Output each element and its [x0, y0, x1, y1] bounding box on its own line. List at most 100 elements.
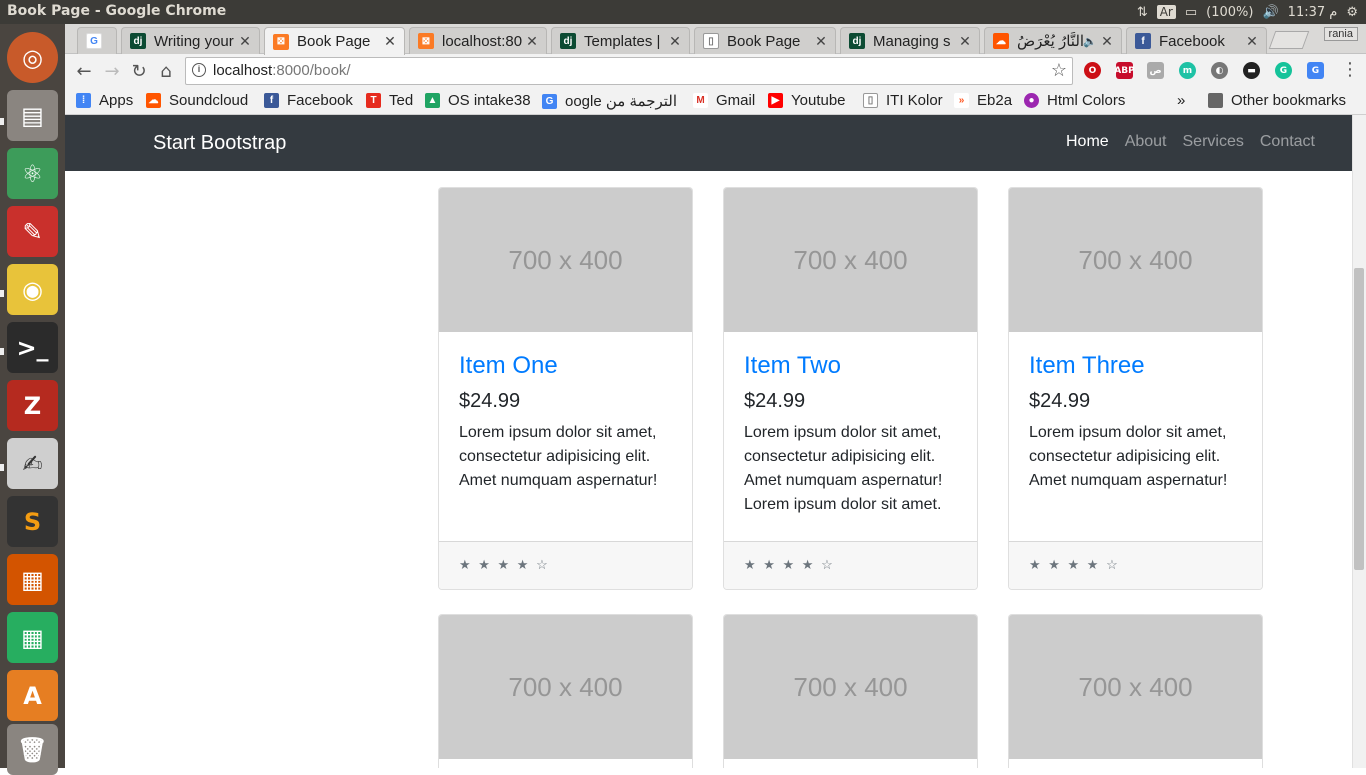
- document-viewer-icon[interactable]: ✎: [7, 206, 58, 257]
- card-title-link[interactable]: Item One: [459, 352, 672, 380]
- close-icon[interactable]: ✕: [957, 33, 973, 50]
- facebook-icon: f: [1135, 33, 1151, 49]
- system-tray: ⇅ Ar ▭ (100%) 🔊 11:37 م ⚙: [1137, 0, 1358, 24]
- adblock-plus-icon[interactable]: ABP: [1114, 62, 1135, 79]
- close-icon[interactable]: ✕: [524, 33, 540, 50]
- text-editor-icon[interactable]: ✍: [7, 438, 58, 489]
- back-arrow-icon[interactable]: ←: [71, 58, 97, 84]
- new-tab-button[interactable]: [1268, 31, 1310, 49]
- files-icon[interactable]: ▤: [7, 90, 58, 141]
- filezilla-icon[interactable]: Z: [7, 380, 58, 431]
- terminal-icon[interactable]: >_: [7, 322, 58, 373]
- bookmark-star-icon[interactable]: ☆: [1051, 60, 1067, 81]
- card-image-placeholder[interactable]: 700 x 400: [724, 188, 977, 332]
- arabic-extension-icon[interactable]: ص: [1147, 62, 1164, 79]
- address-bar[interactable]: i localhost:8000/book/ ☆: [185, 57, 1073, 85]
- speaker-icon[interactable]: 🔈: [1083, 35, 1097, 48]
- card-body: Item Three $24.99 Lorem ipsum dolor sit …: [1009, 332, 1262, 541]
- profile-button[interactable]: rania: [1323, 27, 1358, 41]
- bookmark-iti-kolor[interactable]: ▯ ITI Kolor: [863, 92, 943, 109]
- bookmark-google-translate[interactable]: Google الترجمة من: [542, 92, 677, 110]
- trash-icon[interactable]: 🗑: [7, 724, 58, 775]
- card-image-placeholder[interactable]: 700 x 400: [1009, 615, 1262, 759]
- tomato-timer-icon[interactable]: ◐: [1211, 62, 1228, 79]
- close-icon[interactable]: ✕: [237, 33, 253, 50]
- bookmark-soundcloud[interactable]: ☁ Soundcloud: [146, 92, 248, 109]
- google-translate-icon[interactable]: G: [1307, 62, 1324, 79]
- bookmark-os-intake38[interactable]: ▲ OS intake38: [425, 92, 531, 109]
- tab-label: النَّارُ يُعْرَضُ: [1017, 33, 1084, 50]
- bookmarks-overflow-chevron[interactable]: »: [1177, 92, 1185, 109]
- sublime-text-icon[interactable]: S: [7, 496, 58, 547]
- chrome-menu-icon[interactable]: ⋮: [1341, 59, 1359, 80]
- scrollbar-thumb[interactable]: [1354, 268, 1364, 570]
- tab-writing-your[interactable]: dj Writing your ✕: [121, 27, 260, 54]
- tab-book-page[interactable]: ▯ Book Page ✕: [694, 27, 836, 54]
- card-image-placeholder[interactable]: 700 x 400: [439, 615, 692, 759]
- system-top-panel: Book Page - Google Chrome ⇅ Ar ▭ (100%) …: [0, 0, 1366, 24]
- site-brand[interactable]: Start Bootstrap: [153, 132, 286, 155]
- bookmark-label: oogle الترجمة من: [565, 93, 678, 110]
- site-info-icon[interactable]: i: [192, 63, 206, 77]
- tab-google[interactable]: G: [77, 27, 117, 54]
- bookmark-youtube[interactable]: ▶ Youtube: [768, 92, 846, 109]
- home-icon[interactable]: ⌂: [153, 58, 179, 84]
- card-image-placeholder[interactable]: 700 x 400: [1009, 188, 1262, 332]
- chevron-right-icon: »: [1177, 92, 1186, 109]
- card-title-link[interactable]: Item Two: [744, 352, 957, 380]
- bookmark-label: Html Colors: [1047, 92, 1126, 109]
- opera-extension-icon[interactable]: O: [1084, 62, 1101, 79]
- card-image-placeholder[interactable]: 700 x 400: [439, 188, 692, 332]
- nav-contact[interactable]: Contact: [1260, 133, 1315, 151]
- close-icon[interactable]: ✕: [1099, 33, 1115, 50]
- bookmark-ted[interactable]: T Ted: [366, 92, 413, 109]
- unity-launcher: ◎ ▤ ⚛ ✎ ◉ >_ Z ✍ S ▦ ▦ A 🗑: [0, 24, 65, 775]
- tab-book-page-active[interactable]: ⊠ Book Page ✕: [264, 27, 405, 55]
- bookmark-facebook[interactable]: f Facebook: [264, 92, 353, 109]
- atom-icon[interactable]: ⚛: [7, 148, 58, 199]
- volume-icon[interactable]: 🔊: [1262, 5, 1278, 20]
- bookmark-apps[interactable]: ⁞ Apps: [76, 92, 133, 109]
- tab-facebook[interactable]: f Facebook ✕: [1126, 27, 1267, 54]
- flag-extension-icon[interactable]: ▬: [1243, 62, 1260, 79]
- forward-arrow-icon[interactable]: →: [99, 58, 125, 84]
- django-icon: dj: [130, 33, 146, 49]
- nav-about[interactable]: About: [1125, 133, 1167, 151]
- chrome-icon[interactable]: ◉: [7, 264, 58, 315]
- ubuntu-dash-icon[interactable]: ◎: [7, 32, 58, 83]
- reload-icon[interactable]: ↻: [126, 58, 152, 84]
- tab-managing[interactable]: dj Managing s ✕: [840, 27, 980, 54]
- tab-soundcloud-audio[interactable]: ☁ النَّارُ يُعْرَضُ 🔈 ✕: [984, 27, 1122, 54]
- mercury-extension-icon[interactable]: m: [1179, 62, 1196, 79]
- other-bookmarks-folder[interactable]: Other bookmarks: [1208, 92, 1346, 109]
- bookmark-gmail[interactable]: M Gmail: [693, 92, 755, 109]
- nav-services[interactable]: Services: [1183, 133, 1244, 151]
- settings-gear-icon[interactable]: ⚙: [1346, 5, 1358, 20]
- address-url[interactable]: localhost:8000/book/: [213, 62, 351, 79]
- card-title-link[interactable]: Item Three: [1029, 352, 1242, 380]
- product-card: 700 x 400 Item One $24.99 Lorem ipsum do…: [438, 187, 693, 590]
- keyboard-layout-indicator[interactable]: Ar: [1156, 5, 1176, 19]
- grammarly-icon[interactable]: G: [1275, 62, 1292, 79]
- tab-localhost[interactable]: ⊠ localhost:80 ✕: [409, 27, 547, 54]
- bookmark-label: Youtube: [791, 92, 846, 109]
- close-icon[interactable]: ✕: [1244, 33, 1260, 50]
- software-center-icon[interactable]: A: [7, 670, 58, 721]
- calc-icon[interactable]: ▦: [7, 612, 58, 663]
- tab-templates[interactable]: dj Templates | ✕: [551, 27, 690, 54]
- running-indicator: [0, 290, 4, 297]
- tab-label: localhost:80: [442, 32, 523, 50]
- close-icon[interactable]: ✕: [382, 33, 398, 50]
- nav-home[interactable]: Home: [1066, 133, 1109, 151]
- close-icon[interactable]: ✕: [813, 33, 829, 50]
- card-image-placeholder[interactable]: 700 x 400: [724, 615, 977, 759]
- card-description: Lorem ipsum dolor sit amet, consectetur …: [744, 424, 943, 513]
- bookmark-eb2a[interactable]: » Eb2a: [954, 92, 1012, 109]
- battery-icon[interactable]: ▭: [1185, 5, 1197, 20]
- card-price: $24.99: [1029, 390, 1091, 412]
- close-icon[interactable]: ✕: [667, 33, 683, 50]
- impress-icon[interactable]: ▦: [7, 554, 58, 605]
- clock[interactable]: 11:37 م: [1288, 5, 1338, 20]
- bookmark-html-colors[interactable]: ● Html Colors: [1024, 92, 1125, 109]
- network-icon[interactable]: ⇅: [1137, 5, 1148, 20]
